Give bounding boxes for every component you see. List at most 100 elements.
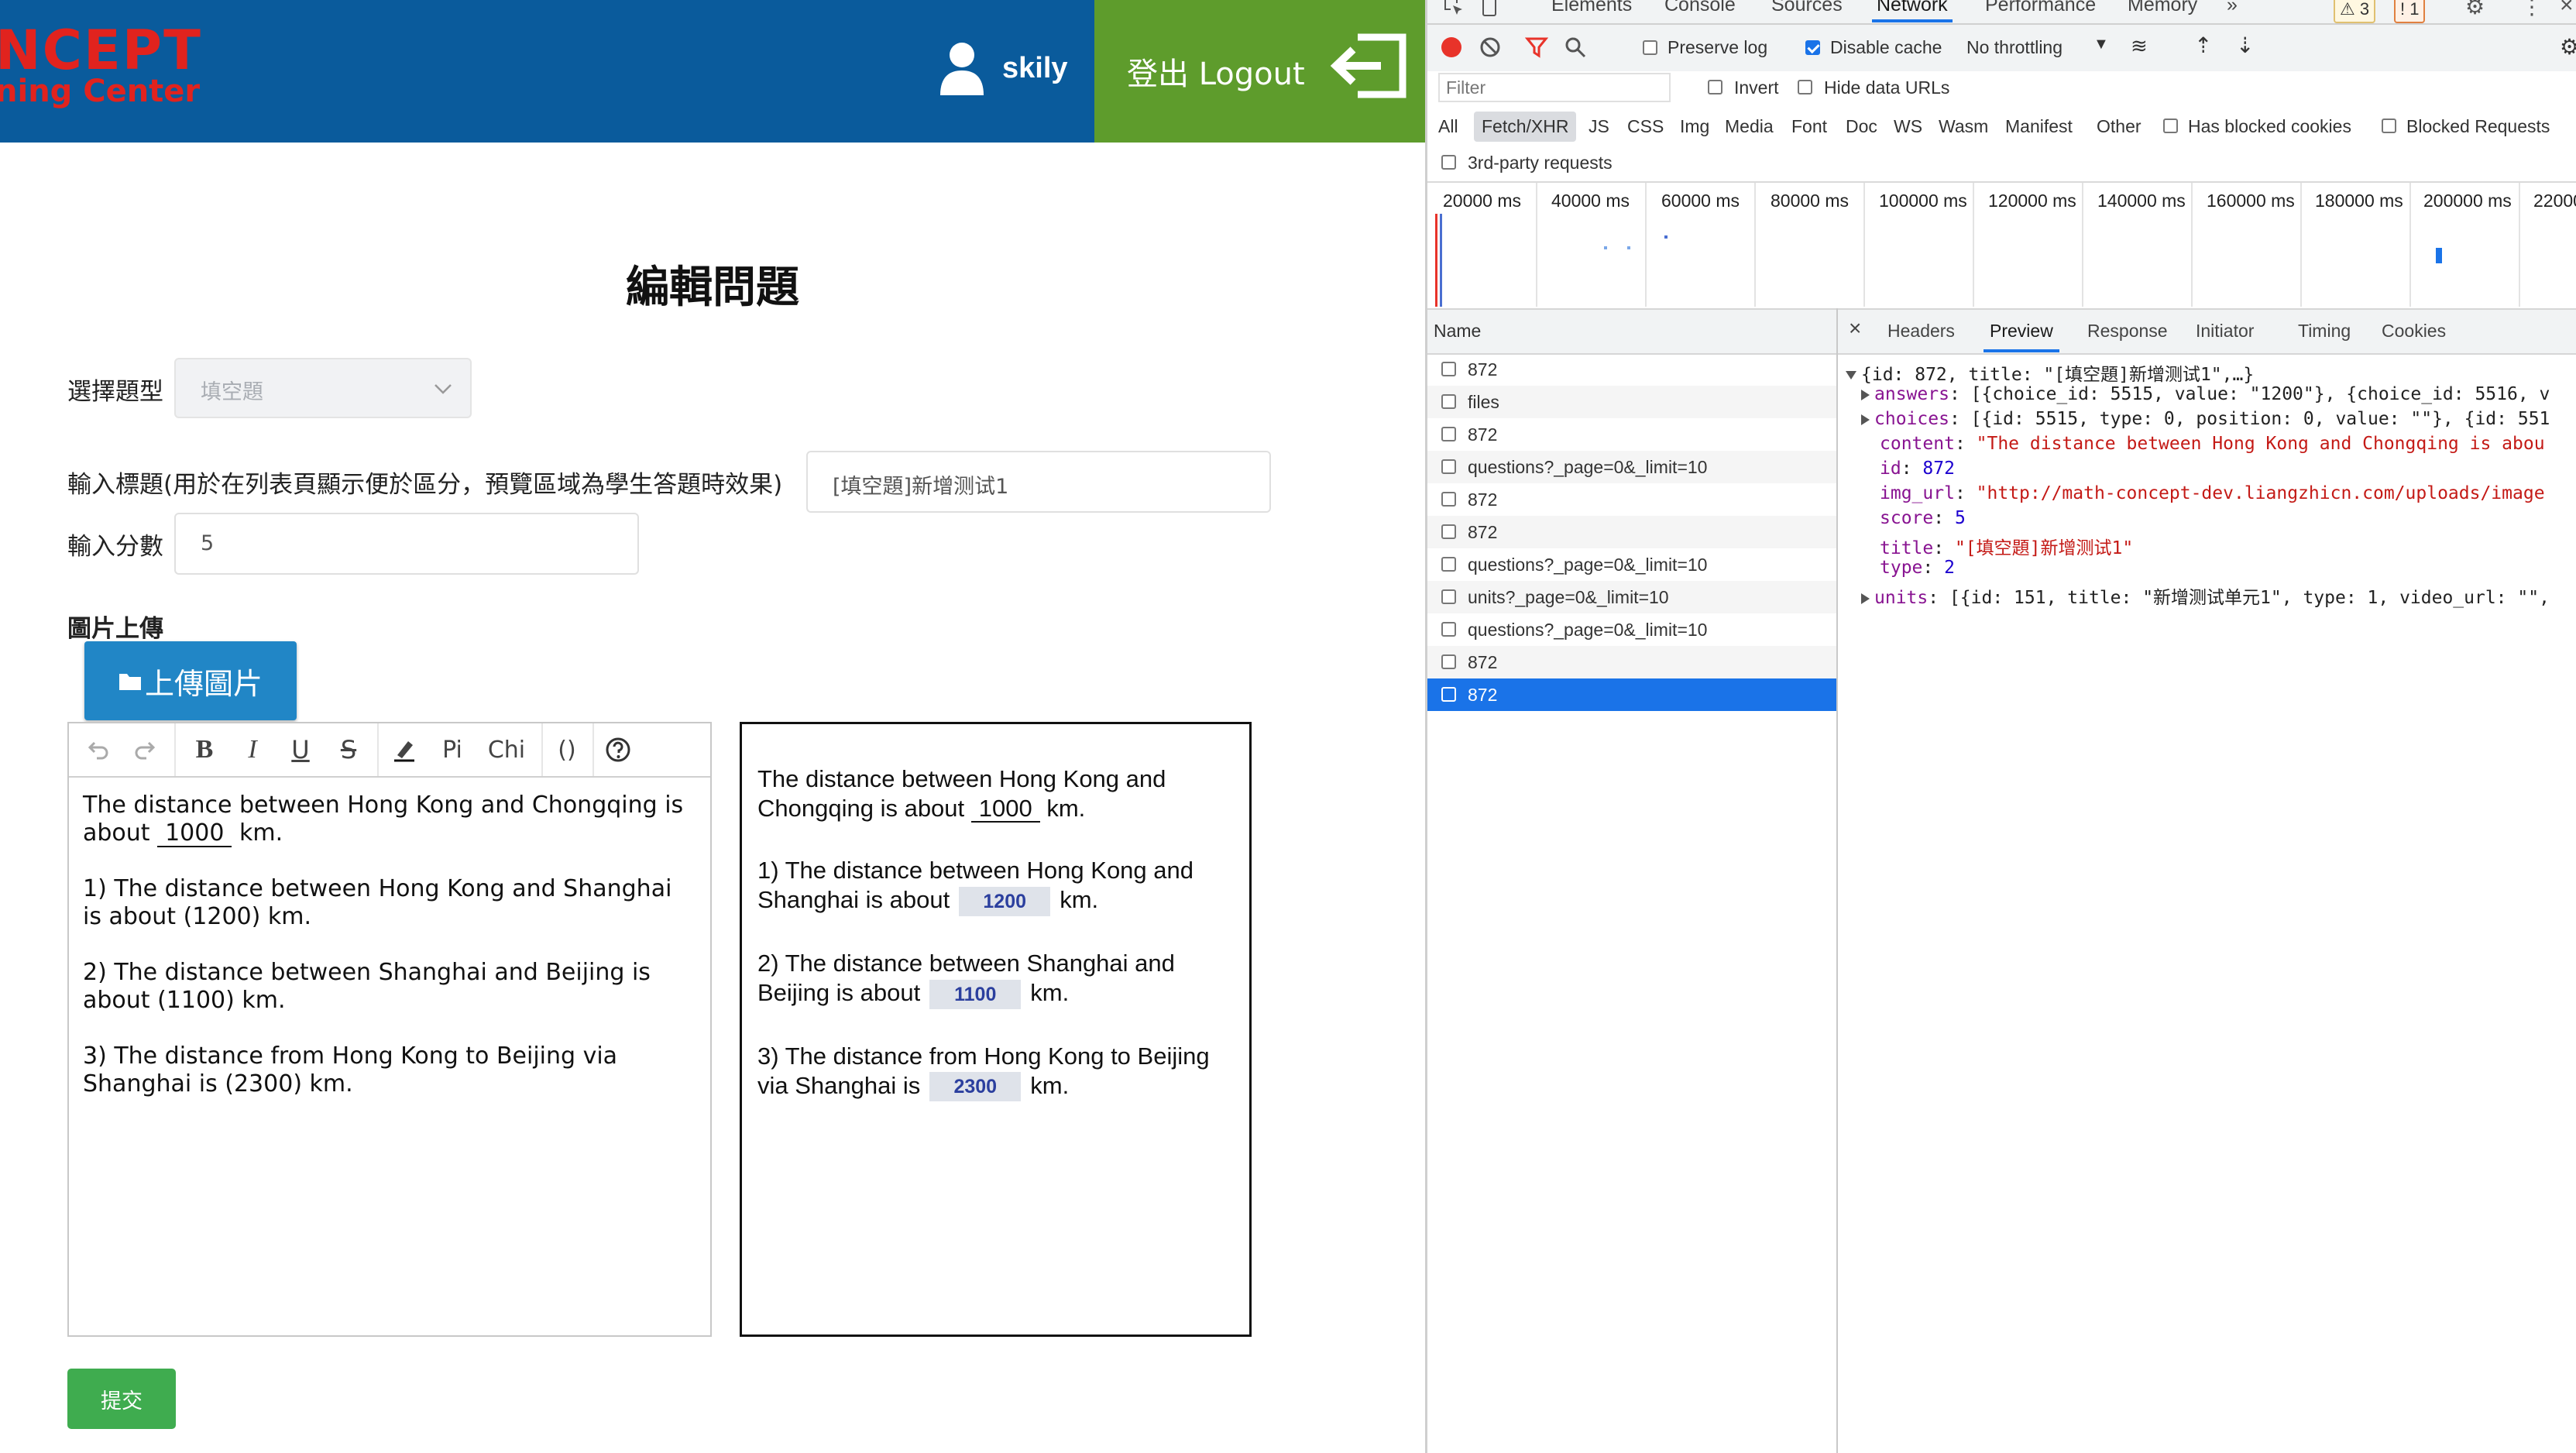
answer-box[interactable]: 1200 (959, 886, 1051, 916)
type-filter-wasm[interactable]: Wasm (1939, 116, 1988, 137)
upload-image-button[interactable]: 上傳圖片 (84, 641, 297, 720)
expand-triangle-icon[interactable] (1861, 414, 1870, 425)
request-row[interactable]: 872 (1427, 353, 1836, 386)
tab-response[interactable]: Response (2087, 321, 2168, 342)
request-row[interactable]: questions?_page=0&_limit=10 (1427, 613, 1836, 646)
title-input[interactable]: [填空題]新增测试1 (806, 451, 1271, 513)
highlight-button[interactable] (385, 731, 424, 768)
network-conditions-icon[interactable]: ≋ (2131, 34, 2148, 58)
rich-text-editor[interactable]: B I U S Pi Chi () The distance between H… (67, 722, 712, 1337)
filter-icon[interactable] (1525, 36, 1548, 59)
warnings-badge[interactable]: ⚠ 3 (2334, 0, 2376, 23)
preserve-log-checkbox[interactable] (1643, 40, 1657, 55)
request-row[interactable]: questions?_page=0&_limit=10 (1427, 451, 1836, 483)
collapse-triangle-icon[interactable] (1846, 371, 1856, 380)
export-har-icon[interactable]: ⇣ (2236, 33, 2254, 58)
blocked-cookies-checkbox[interactable] (2163, 119, 2178, 133)
json-choices[interactable]: choices: [{id: 5515, type: 0, position: … (1861, 409, 2550, 429)
answer-box[interactable]: 2300 (929, 1072, 1022, 1102)
type-filter-all[interactable]: All (1438, 116, 1458, 137)
search-icon[interactable] (1564, 36, 1587, 59)
tab-performance[interactable]: Performance (1985, 0, 2096, 16)
tab-console[interactable]: Console (1664, 0, 1736, 16)
request-row[interactable]: 872 (1427, 418, 1836, 451)
request-row[interactable]: 872 (1427, 646, 1836, 678)
type-filter-font[interactable]: Font (1791, 116, 1827, 137)
italic-button[interactable]: I (233, 731, 272, 768)
close-icon[interactable]: × (2560, 0, 2574, 19)
tab-network[interactable]: Network (1872, 0, 1953, 22)
dropdown-arrow-icon[interactable]: ▼ (2093, 36, 2109, 53)
user-profile[interactable]: skily (939, 37, 1068, 99)
errors-badge[interactable]: ! 1 (2394, 0, 2426, 23)
tab-initiator[interactable]: Initiator (2196, 321, 2254, 342)
tab-elements[interactable]: Elements (1551, 0, 1632, 16)
json-root[interactable]: {id: 872, title: "[填空題]新增测试1",…} (1846, 359, 2254, 386)
tab-timing[interactable]: Timing (2298, 321, 2351, 342)
request-row-selected[interactable]: 872 (1427, 678, 1836, 711)
devtools-tab-bar: Elements Console Sources Network Perform… (1427, 0, 2576, 25)
score-input[interactable]: 5 (174, 513, 639, 575)
request-row[interactable]: questions?_page=0&_limit=10 (1427, 548, 1836, 581)
fill-blank: 1000 (970, 796, 1040, 823)
type-filter-other[interactable]: Other (2097, 116, 2142, 137)
inspect-icon[interactable] (1443, 0, 1465, 17)
request-row[interactable]: files (1427, 386, 1836, 418)
expand-triangle-icon[interactable] (1861, 389, 1870, 400)
logout-button[interactable]: 登出 Logout (1094, 0, 1425, 143)
tab-headers[interactable]: Headers (1887, 321, 1955, 342)
close-detail-icon[interactable]: × (1849, 316, 1861, 341)
tab-memory[interactable]: Memory (2128, 0, 2197, 16)
throttling-select[interactable]: No throttling (1966, 37, 2063, 58)
type-filter-js[interactable]: JS (1589, 116, 1609, 137)
answer-box[interactable]: 1100 (929, 979, 1022, 1009)
undo-button[interactable] (78, 731, 117, 768)
type-filter-fetch-xhr[interactable]: Fetch/XHR (1474, 112, 1577, 142)
settings-icon[interactable]: ⚙ (2465, 0, 2485, 19)
help-button[interactable] (599, 731, 637, 768)
insert-pi-button[interactable]: Pi (433, 731, 472, 768)
network-settings-icon[interactable]: ⚙ (2560, 34, 2576, 60)
type-filter-ws[interactable]: WS (1894, 116, 1922, 137)
kebab-menu-icon[interactable]: ⋮ (2521, 0, 2543, 19)
preview-item: 2) The distance between Shanghai and Bei… (757, 949, 1245, 1009)
json-answers[interactable]: answers: [{choice_id: 5515, value: "1200… (1861, 384, 2550, 404)
record-icon[interactable] (1441, 37, 1461, 57)
device-toolbar-icon[interactable] (1479, 0, 1500, 17)
editor-content[interactable]: The distance between Hong Kong and Chong… (83, 792, 687, 1126)
clear-icon[interactable] (1479, 36, 1502, 59)
hide-data-urls-checkbox[interactable] (1798, 80, 1812, 94)
editor-toolbar: B I U S Pi Chi () (69, 723, 710, 778)
more-tabs-icon[interactable]: » (2227, 0, 2238, 16)
type-filter-manifest[interactable]: Manifest (2005, 116, 2073, 137)
tab-cookies[interactable]: Cookies (2382, 321, 2446, 342)
insert-chi-button[interactable]: Chi (479, 731, 534, 768)
type-filter-css[interactable]: CSS (1627, 116, 1664, 137)
expand-triangle-icon[interactable] (1861, 593, 1870, 604)
panel-splitter[interactable] (1836, 308, 1838, 1453)
type-filter-doc[interactable]: Doc (1846, 116, 1877, 137)
request-row[interactable]: 872 (1427, 483, 1836, 516)
type-filter-media[interactable]: Media (1725, 116, 1774, 137)
type-filter-img[interactable]: Img (1680, 116, 1709, 137)
network-timeline[interactable]: 20000 ms 40000 ms 60000 ms 80000 ms 1000… (1427, 183, 2576, 307)
strikethrough-button[interactable]: S (329, 731, 368, 768)
json-units[interactable]: units: [{id: 151, title: "新增测试单元1", type… (1861, 582, 2550, 609)
filter-input[interactable]: Filter (1438, 73, 1671, 102)
invert-checkbox[interactable] (1708, 80, 1722, 94)
request-row[interactable]: units?_page=0&_limit=10 (1427, 581, 1836, 613)
tab-preview[interactable]: Preview (1984, 321, 2059, 352)
import-har-icon[interactable]: ⇡ (2194, 33, 2212, 58)
submit-button[interactable]: 提交 (67, 1369, 176, 1429)
question-type-select[interactable]: 填空題 (174, 358, 472, 418)
request-list-header[interactable]: Name (1427, 308, 1836, 355)
request-row[interactable]: 872 (1427, 516, 1836, 548)
redo-button[interactable] (126, 731, 165, 768)
bold-button[interactable]: B (185, 731, 224, 768)
insert-blank-button[interactable]: () (548, 731, 586, 768)
tab-sources[interactable]: Sources (1771, 0, 1843, 16)
disable-cache-checkbox[interactable] (1805, 40, 1820, 55)
blocked-requests-checkbox[interactable] (2382, 119, 2396, 133)
underline-button[interactable]: U (281, 731, 320, 768)
third-party-checkbox[interactable] (1441, 155, 1456, 170)
